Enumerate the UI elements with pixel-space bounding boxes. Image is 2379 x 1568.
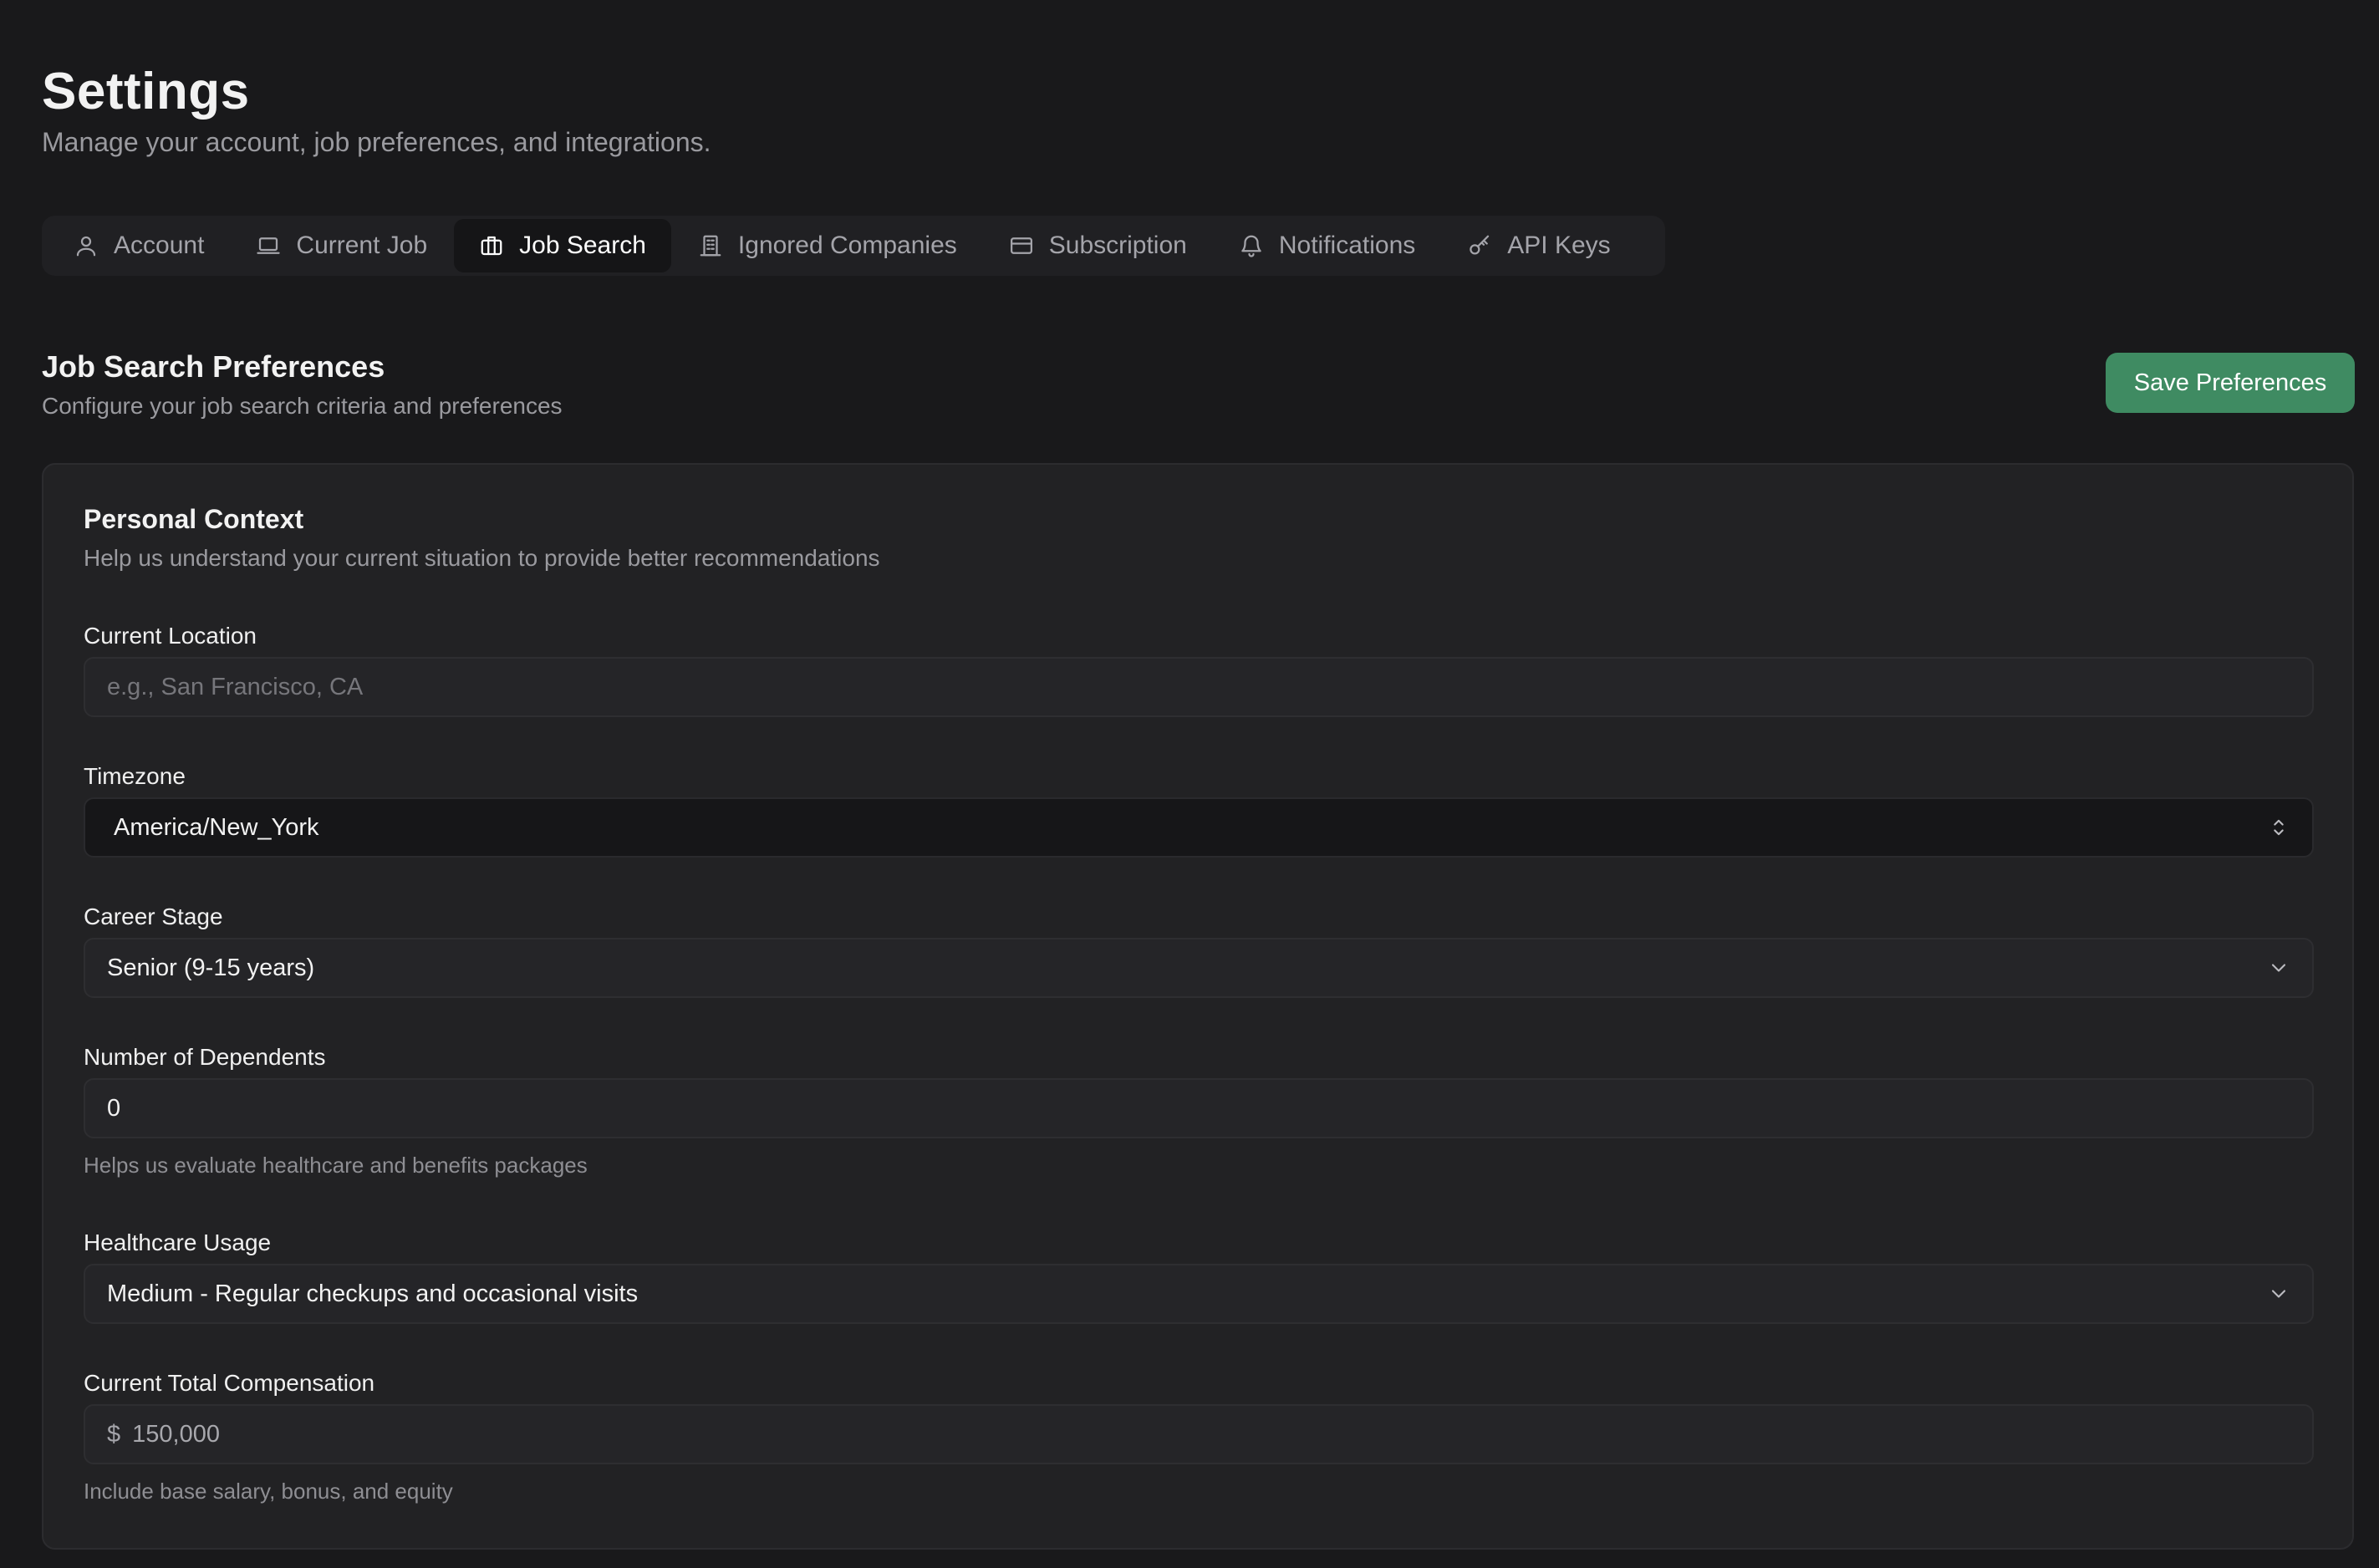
page-title: Settings: [42, 63, 250, 120]
credit-card-icon: [1010, 237, 1032, 254]
section-title: Job Search Preferences: [42, 349, 385, 384]
current-location-input[interactable]: e.g., San Francisco, CA: [84, 657, 2314, 717]
bell-icon: [1241, 235, 1261, 257]
tab-job-search[interactable]: Job Search: [454, 219, 671, 272]
chevron-down-icon: [2271, 964, 2286, 972]
healthcare-usage-value: Medium - Regular checkups and occasional…: [107, 1280, 639, 1307]
tab-label: API Keys: [1507, 232, 1611, 259]
tab-subscription[interactable]: Subscription: [984, 219, 1212, 272]
card-title: Personal Context: [84, 504, 304, 534]
healthcare-usage-label: Healthcare Usage: [84, 1229, 272, 1255]
tab-api-keys[interactable]: API Keys: [1442, 219, 1635, 272]
timezone-value: America/New_York: [114, 813, 319, 841]
building-icon: [700, 235, 721, 257]
tab-ignored-companies[interactable]: Ignored Companies: [673, 219, 982, 272]
key-icon: [1470, 235, 1490, 255]
chevrons-up-down-icon: [2274, 819, 2284, 836]
card-subtitle: Help us understand your current situatio…: [84, 545, 880, 571]
current-location-placeholder: e.g., San Francisco, CA: [107, 673, 364, 700]
dependents-hint: Helps us evaluate healthcare and benefit…: [84, 1153, 588, 1178]
tab-label: Current Job: [296, 232, 428, 259]
currency-symbol: $: [107, 1420, 121, 1448]
settings-page: Settings Manage your account, job prefer…: [0, 0, 2379, 1568]
tab-label: Ignored Companies: [737, 232, 957, 259]
dependents-value: 0: [107, 1094, 121, 1122]
save-preferences-button[interactable]: Save Preferences: [2106, 353, 2355, 413]
section-subtitle: Configure your job search criteria and p…: [42, 393, 563, 419]
tab-label: Subscription: [1048, 232, 1187, 259]
user-icon: [76, 236, 96, 257]
healthcare-usage-select[interactable]: Medium - Regular checkups and occasional…: [84, 1264, 2314, 1324]
tab-notifications[interactable]: Notifications: [1214, 219, 1440, 272]
laptop-icon: [257, 237, 281, 254]
compensation-label: Current Total Compensation: [84, 1370, 375, 1396]
compensation-hint: Include base salary, bonus, and equity: [84, 1479, 453, 1504]
compensation-input[interactable]: $ 150,000: [84, 1404, 2314, 1464]
tab-account[interactable]: Account: [48, 219, 229, 272]
compensation-value: 150,000: [132, 1420, 220, 1448]
career-stage-select[interactable]: Senior (9-15 years): [84, 938, 2314, 998]
tab-label: Job Search: [519, 232, 646, 259]
tab-label: Account: [114, 232, 205, 259]
career-stage-value: Senior (9-15 years): [107, 954, 315, 981]
tab-label: Notifications: [1278, 232, 1416, 259]
briefcase-icon: [481, 236, 502, 256]
dependents-input[interactable]: 0: [84, 1078, 2314, 1138]
career-stage-label: Career Stage: [84, 904, 223, 929]
chevron-down-icon: [2271, 1290, 2286, 1298]
tab-current-job[interactable]: Current Job: [231, 219, 452, 272]
settings-tabs: Account Current Job Job Search Ignored C…: [42, 216, 1665, 276]
current-location-label: Current Location: [84, 623, 257, 649]
timezone-select[interactable]: America/New_York: [84, 797, 2314, 858]
personal-context-card: Personal Context Help us understand your…: [42, 463, 2354, 1550]
dependents-label: Number of Dependents: [84, 1044, 326, 1070]
timezone-label: Timezone: [84, 763, 186, 789]
page-subtitle: Manage your account, job preferences, an…: [42, 127, 711, 157]
